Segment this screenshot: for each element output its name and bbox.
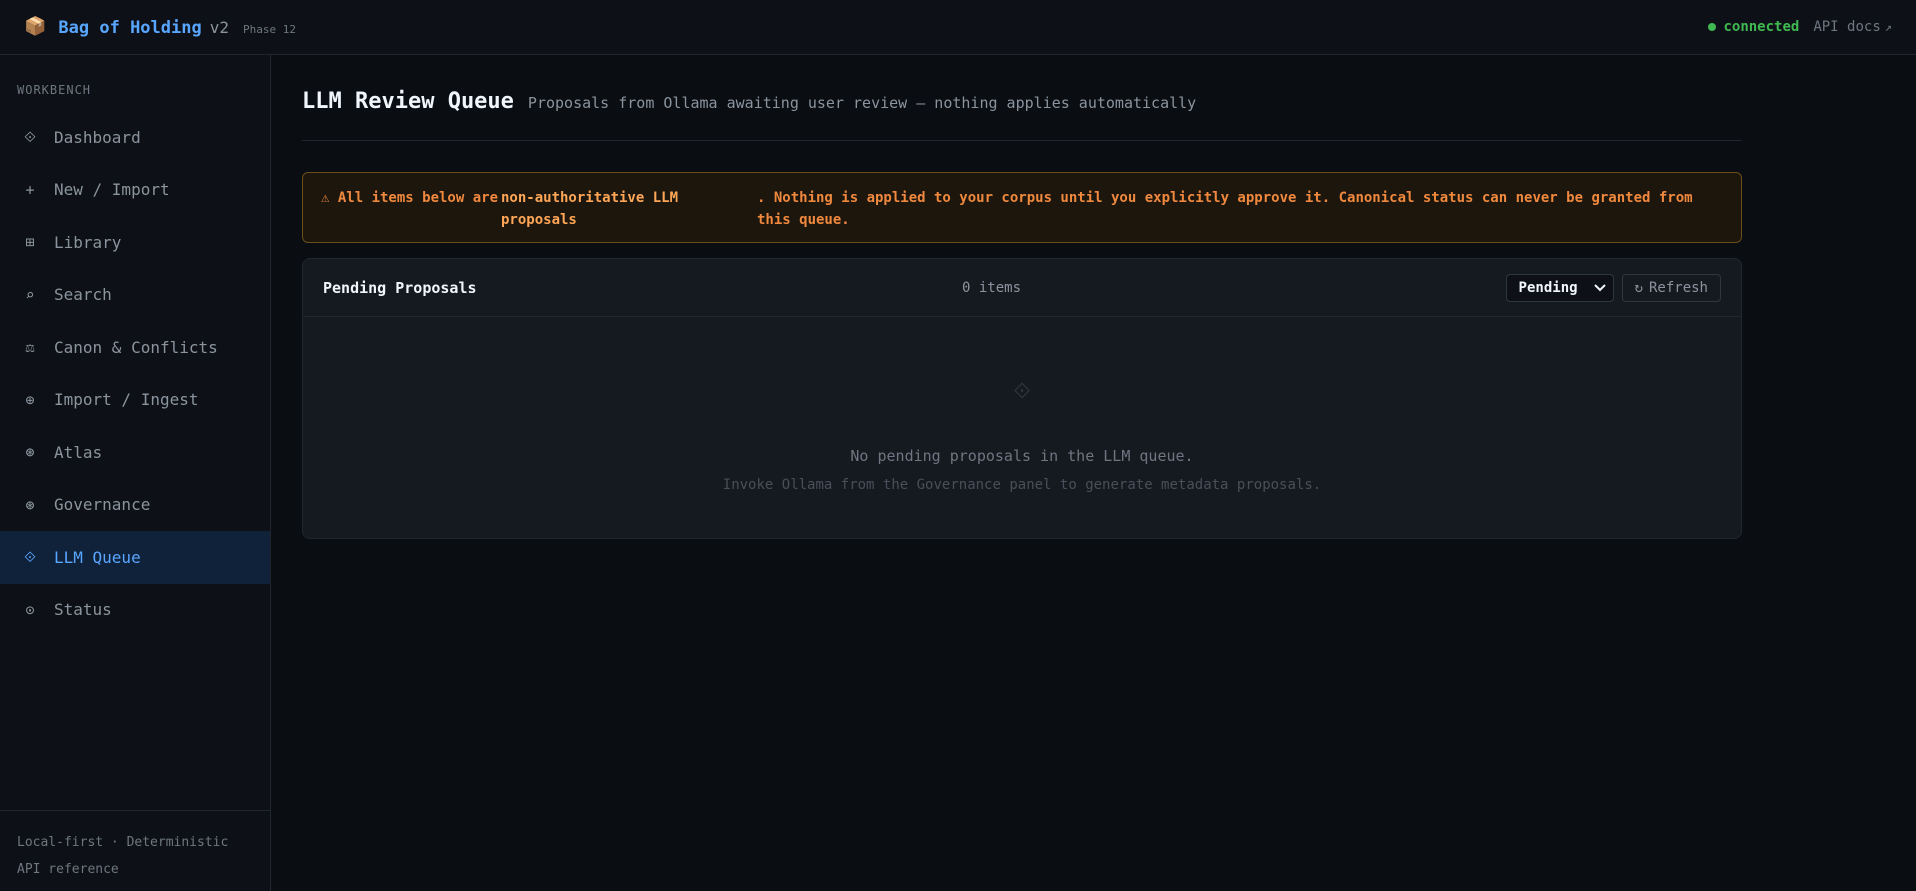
warning-text-intro: ⚠ All items below are (321, 190, 499, 206)
sidebar-item-label: New / Import (54, 180, 170, 200)
api-docs-label: API docs (1813, 19, 1881, 35)
diamond-icon: ⟐ (24, 548, 36, 567)
sidebar-footer: Local-first · Deterministic API referenc… (0, 810, 271, 891)
target-icon: ⊛ (25, 443, 35, 462)
status-filter-value: Pending (1518, 279, 1578, 296)
sidebar-item-atlas[interactable]: ⊛ Atlas (0, 426, 270, 479)
sidebar-item-dashboard[interactable]: ⟐ Dashboard (0, 111, 270, 164)
sidebar-item-label: Governance (54, 495, 151, 515)
chevron-down-icon (1593, 281, 1606, 295)
api-reference-link[interactable]: API reference (17, 856, 254, 883)
sidebar-item-governance[interactable]: ⊛ Governance (0, 479, 270, 532)
dashboard-icon: ⟐ (24, 128, 36, 147)
sidebar-item-label: Canon & Conflicts (54, 337, 218, 357)
globe-icon: ⊕ (25, 390, 35, 409)
refresh-label: Refresh (1648, 279, 1708, 296)
scales-icon: ⚖ (25, 338, 35, 357)
empty-message: No pending proposals in the LLM queue. (850, 447, 1194, 465)
connection-status: connected (1708, 19, 1799, 35)
status-filter-select[interactable]: Pending (1505, 273, 1614, 302)
sidebar: WORKBENCH ⟐ Dashboard + New / Import ⊞ L… (0, 55, 271, 891)
api-docs-link[interactable]: API docs ↗ (1813, 19, 1892, 35)
search-icon: ⌕ (25, 285, 35, 304)
sidebar-item-import-ingest[interactable]: ⊕ Import / Ingest (0, 374, 270, 427)
sidebar-section-title: WORKBENCH (17, 83, 92, 97)
connection-status-label: connected (1723, 19, 1800, 35)
sidebar-item-label: Library (54, 232, 122, 252)
page-header: LLM Review Queue Proposals from Ollama a… (302, 55, 1742, 141)
sidebar-item-label: Atlas (54, 442, 103, 462)
top-bar: 📦 Bag of Holding v2 Phase 12 connected A… (0, 0, 1916, 55)
app-phase: Phase 12 (242, 22, 296, 36)
panel-header: Pending Proposals 0 items Pending ↻ Refr… (303, 259, 1741, 317)
seal-icon: ⊛ (25, 495, 35, 514)
sidebar-footer-tagline: Local-first · Deterministic (17, 835, 229, 850)
empty-hint: Invoke Ollama from the Governance panel … (722, 477, 1322, 493)
sidebar-item-search[interactable]: ⌕ Search (0, 269, 270, 322)
main-content: LLM Review Queue Proposals from Ollama a… (302, 55, 1742, 539)
external-link-icon: ↗ (1884, 20, 1892, 34)
page-title: LLM Review Queue (302, 89, 514, 114)
warning-text-emphasis: non-authoritative LLM proposals (501, 190, 679, 228)
status-dot-icon (1708, 23, 1717, 31)
refresh-button[interactable]: ↻ Refresh (1621, 273, 1721, 302)
sidebar-item-status[interactable]: ⊙ Status (0, 584, 270, 637)
app-name: Bag of Holding (58, 17, 202, 38)
sidebar-item-label: LLM Queue (54, 547, 141, 567)
pending-proposals-panel: Pending Proposals 0 items Pending ↻ Refr… (302, 258, 1742, 539)
sidebar-item-canon-conflicts[interactable]: ⚖ Canon & Conflicts (0, 321, 270, 374)
page-subtitle: Proposals from Ollama awaiting user revi… (527, 94, 1197, 112)
empty-diamond-icon: ⟐ (1013, 379, 1031, 404)
sidebar-item-llm-queue[interactable]: ⟐ LLM Queue (0, 531, 270, 584)
sidebar-item-label: Dashboard (54, 127, 141, 147)
brand[interactable]: 📦 Bag of Holding v2 Phase 12 (24, 15, 296, 38)
grid-icon: ⊞ (25, 233, 35, 252)
empty-state: ⟐ No pending proposals in the LLM queue.… (303, 317, 1741, 493)
warning-text-detail: . Nothing is applied to your corpus unti… (757, 190, 1693, 228)
sidebar-item-new-import[interactable]: + New / Import (0, 164, 270, 217)
plus-icon: + (25, 180, 35, 199)
item-count: 0 items (962, 279, 1022, 296)
warning-banner: ⚠ All items below are non-authoritative … (302, 172, 1742, 243)
panel-title: Pending Proposals (323, 278, 477, 297)
package-icon: 📦 (24, 15, 47, 37)
refresh-icon: ↻ (1634, 279, 1643, 296)
app-version: v2 (209, 17, 229, 37)
sidebar-item-library[interactable]: ⊞ Library (0, 216, 270, 269)
circle-dot-icon: ⊙ (25, 600, 35, 619)
sidebar-item-label: Import / Ingest (54, 390, 199, 410)
sidebar-item-label: Status (54, 600, 112, 620)
sidebar-item-label: Search (54, 285, 112, 305)
